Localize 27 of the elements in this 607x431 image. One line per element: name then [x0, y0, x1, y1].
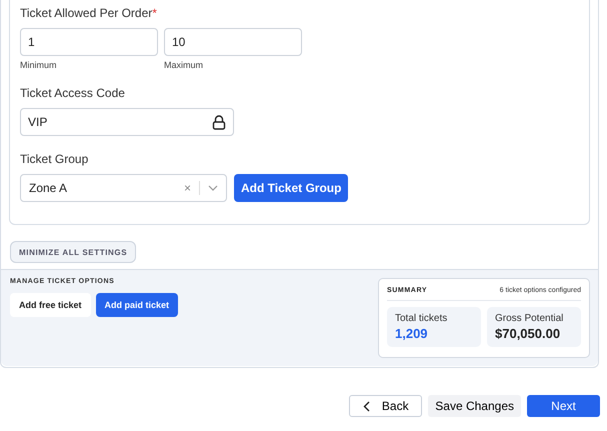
- ticket-group-select[interactable]: Zone A ×: [20, 174, 227, 202]
- minimum-field[interactable]: 1: [20, 28, 158, 56]
- add-paid-ticket-button[interactable]: Add paid ticket: [96, 293, 178, 317]
- back-button[interactable]: Back: [349, 395, 422, 417]
- access-code-field[interactable]: VIP: [20, 108, 234, 136]
- field-value: VIP: [28, 115, 48, 129]
- stat-value: 1,209: [395, 326, 429, 341]
- select-value: Zone A: [29, 181, 68, 195]
- field-label: Ticket Group: [20, 152, 90, 166]
- field-label: Ticket Access Code: [20, 86, 126, 100]
- required-mark: *: [152, 6, 157, 20]
- helper-text: Maximum: [164, 60, 204, 70]
- next-button[interactable]: Next: [527, 395, 600, 417]
- minimize-all-button[interactable]: MINIMIZE ALL SETTINGS: [10, 241, 136, 263]
- add-free-ticket-button[interactable]: Add free ticket: [10, 293, 91, 317]
- chevron-down-icon[interactable]: [208, 185, 218, 191]
- helper-text: Minimum: [20, 60, 58, 70]
- save-changes-button[interactable]: Save Changes: [428, 395, 521, 417]
- field-label: Ticket Allowed Per Order: [20, 6, 152, 20]
- add-ticket-group-button[interactable]: Add Ticket Group: [234, 174, 348, 202]
- stat-value: $70,050.00: [495, 326, 562, 341]
- stat-label: Gross Potential: [495, 313, 564, 324]
- lock-icon: [212, 114, 226, 130]
- clear-icon[interactable]: ×: [184, 181, 191, 195]
- chevron-left-icon: [362, 400, 370, 412]
- stat-label: Total tickets: [395, 313, 448, 324]
- maximum-field[interactable]: 10: [164, 28, 302, 56]
